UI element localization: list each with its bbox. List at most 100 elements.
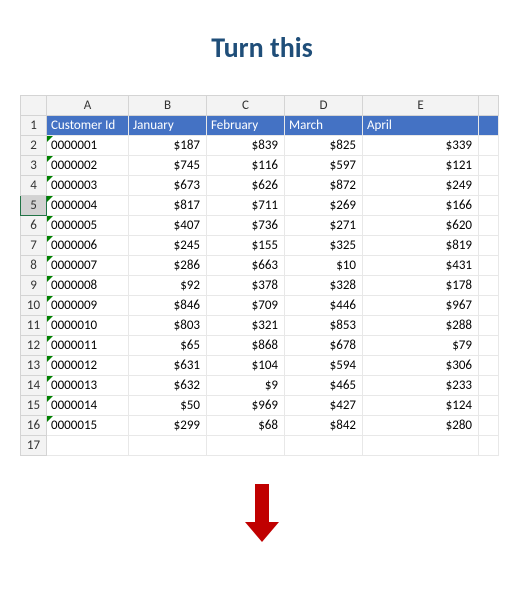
cell-march[interactable]: $325 (285, 236, 363, 256)
cell-february[interactable]: $321 (207, 316, 285, 336)
col-header-e[interactable]: E (363, 96, 479, 116)
col-header-a[interactable]: A (47, 96, 129, 116)
cell-april[interactable]: $178 (363, 276, 479, 296)
cell-april[interactable]: $431 (363, 256, 479, 276)
cell-february[interactable]: $868 (207, 336, 285, 356)
cell-march[interactable]: $427 (285, 396, 363, 416)
cell-blank[interactable] (479, 336, 499, 356)
cell-april[interactable]: $306 (363, 356, 479, 376)
row-header[interactable]: 16 (21, 416, 47, 436)
row-header[interactable]: 9 (21, 276, 47, 296)
cell-january[interactable]: $286 (129, 256, 207, 276)
row-header[interactable]: 15 (21, 396, 47, 416)
cell-march[interactable]: $465 (285, 376, 363, 396)
cell[interactable] (47, 436, 129, 456)
cell[interactable] (129, 436, 207, 456)
cell-march[interactable]: $271 (285, 216, 363, 236)
cell-blank[interactable] (479, 156, 499, 176)
cell-april[interactable]: $121 (363, 156, 479, 176)
cell-blank[interactable] (479, 276, 499, 296)
row-header[interactable]: 5 (21, 196, 47, 216)
cell-customer-id[interactable]: 0000001 (47, 136, 129, 156)
cell-april[interactable]: $620 (363, 216, 479, 236)
cell-april[interactable]: $280 (363, 416, 479, 436)
cell-march[interactable]: $853 (285, 316, 363, 336)
cell-customer-id[interactable]: 0000002 (47, 156, 129, 176)
cell-january[interactable]: $50 (129, 396, 207, 416)
row-header[interactable]: 11 (21, 316, 47, 336)
cell-blank[interactable] (479, 176, 499, 196)
cell-april[interactable]: $819 (363, 236, 479, 256)
cell[interactable] (207, 436, 285, 456)
row-header[interactable]: 8 (21, 256, 47, 276)
cell-april[interactable]: $233 (363, 376, 479, 396)
row-header[interactable]: 12 (21, 336, 47, 356)
row-header[interactable]: 7 (21, 236, 47, 256)
header-customer-id[interactable]: Customer Id (47, 116, 129, 136)
cell-february[interactable]: $104 (207, 356, 285, 376)
cell-february[interactable]: $736 (207, 216, 285, 236)
row-header[interactable]: 17 (21, 436, 47, 456)
cell-january[interactable]: $846 (129, 296, 207, 316)
cell-customer-id[interactable]: 0000012 (47, 356, 129, 376)
cell-april[interactable]: $249 (363, 176, 479, 196)
cell-customer-id[interactable]: 0000008 (47, 276, 129, 296)
cell-march[interactable]: $825 (285, 136, 363, 156)
row-header[interactable]: 10 (21, 296, 47, 316)
cell-february[interactable]: $663 (207, 256, 285, 276)
row-header[interactable]: 2 (21, 136, 47, 156)
row-header[interactable]: 14 (21, 376, 47, 396)
col-header-c[interactable]: C (207, 96, 285, 116)
cell-blank[interactable] (479, 396, 499, 416)
cell-customer-id[interactable]: 0000014 (47, 396, 129, 416)
cell-customer-id[interactable]: 0000006 (47, 236, 129, 256)
cell-blank[interactable] (479, 416, 499, 436)
cell-march[interactable]: $446 (285, 296, 363, 316)
col-header-b[interactable]: B (129, 96, 207, 116)
header-april[interactable]: April (363, 116, 479, 136)
cell[interactable] (479, 436, 499, 456)
row-header[interactable]: 3 (21, 156, 47, 176)
row-header[interactable]: 1 (21, 116, 47, 136)
cell-blank[interactable] (479, 236, 499, 256)
cell-customer-id[interactable]: 0000003 (47, 176, 129, 196)
cell-march[interactable]: $328 (285, 276, 363, 296)
row-header[interactable]: 6 (21, 216, 47, 236)
cell-january[interactable]: $632 (129, 376, 207, 396)
cell-january[interactable]: $92 (129, 276, 207, 296)
row-header[interactable]: 4 (21, 176, 47, 196)
cell-blank[interactable] (479, 136, 499, 156)
cell-april[interactable]: $124 (363, 396, 479, 416)
cell[interactable] (285, 436, 363, 456)
cell-january[interactable]: $745 (129, 156, 207, 176)
cell-march[interactable]: $842 (285, 416, 363, 436)
cell-customer-id[interactable]: 0000010 (47, 316, 129, 336)
cell-january[interactable]: $407 (129, 216, 207, 236)
cell-february[interactable]: $9 (207, 376, 285, 396)
cell-march[interactable]: $269 (285, 196, 363, 216)
cell-customer-id[interactable]: 0000004 (47, 196, 129, 216)
header-january[interactable]: January (129, 116, 207, 136)
cell-february[interactable]: $711 (207, 196, 285, 216)
header-march[interactable]: March (285, 116, 363, 136)
cell-april[interactable]: $288 (363, 316, 479, 336)
row-header[interactable]: 13 (21, 356, 47, 376)
cell-january[interactable]: $803 (129, 316, 207, 336)
cell-blank[interactable] (479, 376, 499, 396)
cell-march[interactable]: $678 (285, 336, 363, 356)
cell-march[interactable]: $594 (285, 356, 363, 376)
cell-january[interactable]: $187 (129, 136, 207, 156)
cell-january[interactable]: $817 (129, 196, 207, 216)
cell-march[interactable]: $872 (285, 176, 363, 196)
cell-january[interactable]: $299 (129, 416, 207, 436)
cell-april[interactable]: $79 (363, 336, 479, 356)
cell-february[interactable]: $378 (207, 276, 285, 296)
cell-february[interactable]: $626 (207, 176, 285, 196)
cell-february[interactable]: $68 (207, 416, 285, 436)
cell-february[interactable]: $709 (207, 296, 285, 316)
cell-february[interactable]: $839 (207, 136, 285, 156)
cell-march[interactable]: $597 (285, 156, 363, 176)
cell-blank[interactable] (479, 316, 499, 336)
cell-customer-id[interactable]: 0000007 (47, 256, 129, 276)
header-february[interactable]: February (207, 116, 285, 136)
